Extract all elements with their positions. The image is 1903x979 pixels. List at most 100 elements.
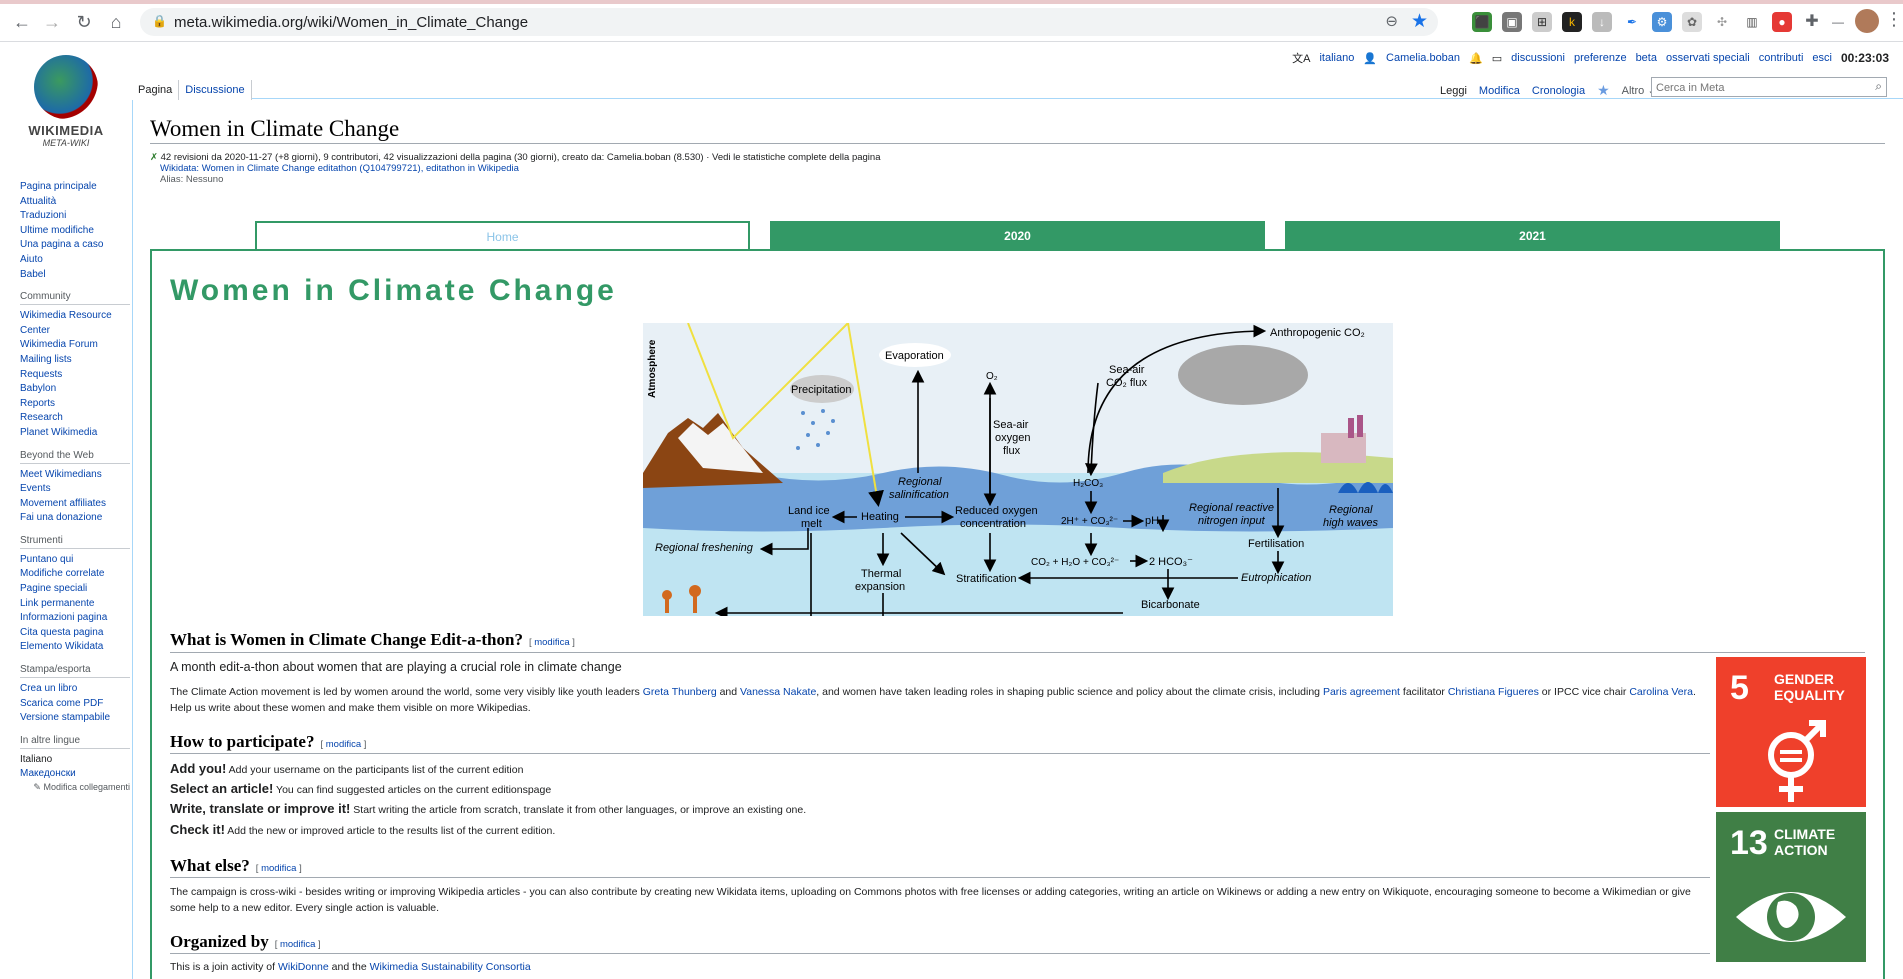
tab-talk[interactable]: Discussione (179, 80, 252, 100)
sidebar-item[interactable]: Modifiche correlate (20, 567, 130, 582)
extension-icon-9[interactable]: ✣ (1712, 12, 1732, 32)
edit-links[interactable]: ✎ Modifica collegamenti (20, 782, 130, 793)
site-logo[interactable]: WIKIMEDIA META-WIKI (18, 55, 114, 150)
edit-section-link[interactable]: [ modifica ] (256, 863, 302, 874)
extension-icon-3[interactable]: ⊞ (1532, 12, 1552, 32)
edit-section-link[interactable]: [ modifica ] (529, 637, 575, 648)
zoom-icon[interactable]: ⊖ (1385, 12, 1398, 30)
sidebar-item[interactable]: Mailing lists (20, 353, 130, 368)
link-vera[interactable]: Carolina Vera (1629, 686, 1693, 698)
link-vanessa[interactable]: Vanessa Nakate (740, 686, 816, 698)
sidebar-item[interactable]: Wikimedia Resource Center (20, 309, 130, 338)
link-wikidonne[interactable]: WikiDonne (278, 961, 329, 973)
extension-icon-2[interactable]: ▣ (1502, 12, 1522, 32)
sidebar-item[interactable]: Una pagina a caso (20, 238, 130, 253)
extension-icon-8[interactable]: ✿ (1682, 12, 1702, 32)
bookmark-star-icon[interactable]: ★ (1411, 10, 1428, 33)
bell-icon[interactable]: 🔔 (1469, 52, 1483, 65)
tab-2020[interactable]: 2020 (770, 221, 1265, 249)
tab-home[interactable]: Home (255, 221, 750, 251)
tab-2021[interactable]: 2021 (1285, 221, 1780, 249)
search-input[interactable] (1652, 79, 1852, 97)
edit-link-label[interactable]: modifica (326, 739, 361, 750)
sidebar-item[interactable]: Babel (20, 268, 130, 283)
sidebar-item[interactable]: Fai una donazione (20, 511, 130, 526)
sidebar-item[interactable]: Attualità (20, 195, 130, 210)
link-figueres[interactable]: Christiana Figueres (1448, 686, 1539, 698)
sidebar-item[interactable]: Events (20, 482, 130, 497)
sidebar-item[interactable]: Movement affiliates (20, 497, 130, 512)
sidebar-item[interactable]: Babylon (20, 382, 130, 397)
edit-section-link[interactable]: [ modifica ] (320, 739, 366, 750)
extension-icon-4[interactable]: k (1562, 12, 1582, 32)
sidebar-item[interactable]: Versione stampabile (20, 711, 130, 726)
sidebar-item[interactable]: Meet Wikimedians (20, 468, 130, 483)
link-osservati[interactable]: osservati speciali (1666, 52, 1750, 64)
tab-read[interactable]: Leggi (1434, 81, 1473, 101)
sidebar-item[interactable]: Planet Wikimedia (20, 426, 130, 441)
link-discussioni[interactable]: discussioni (1511, 52, 1565, 64)
sidebar-item[interactable]: Scarica come PDF (20, 697, 130, 712)
sidebar-item[interactable]: Cita questa pagina (20, 626, 130, 641)
utc-clock[interactable]: 00:23:03 (1841, 51, 1889, 65)
minimize-icon[interactable]: — (1828, 12, 1848, 32)
sidebar-item[interactable]: Puntano qui (20, 553, 130, 568)
more-menu-icon[interactable]: ⋮ (1885, 9, 1903, 30)
user-link[interactable]: Camelia.boban (1386, 52, 1460, 64)
barcode-icon[interactable]: ▥ (1742, 12, 1762, 32)
link-esci[interactable]: esci (1812, 52, 1832, 64)
forward-arrow-icon[interactable]: → (40, 10, 64, 34)
browser-toolbar: ← → ↻ ⌂ 🔒 meta.wikimedia.org/wiki/Women_… (0, 0, 1903, 42)
sdg-13-tile[interactable]: 13 CLIMATE ACTION (1716, 812, 1866, 962)
tab-page[interactable]: Pagina (132, 80, 180, 100)
sidebar-item[interactable]: Pagina principale (20, 180, 130, 195)
link-paris[interactable]: Paris agreement (1323, 686, 1400, 698)
sdg-5-tile[interactable]: 5 GENDER EQUALITY (1716, 657, 1866, 807)
search-icon[interactable]: ⌕ (1875, 79, 1882, 94)
home-icon[interactable]: ⌂ (104, 10, 128, 34)
reload-icon[interactable]: ↻ (72, 10, 96, 34)
watch-star-icon[interactable]: ★ (1591, 82, 1616, 99)
extension-icon-1[interactable]: ⬛ (1472, 12, 1492, 32)
language-link[interactable]: italiano (1319, 52, 1354, 64)
tab-edit[interactable]: Modifica (1473, 81, 1526, 101)
tab-history[interactable]: Cronologia (1526, 81, 1591, 101)
info-line-2[interactable]: Wikidata: Women in Climate Change editat… (150, 163, 880, 174)
sidebar-item[interactable]: Requests (20, 368, 130, 383)
sidebar-item[interactable]: Ultime modifiche (20, 224, 130, 239)
sidebar-item[interactable]: Italiano (20, 753, 130, 768)
puzzle-icon[interactable]: ✚ (1802, 12, 1822, 32)
edit-section-link[interactable]: [ modifica ] (275, 939, 321, 950)
profile-avatar[interactable] (1855, 9, 1879, 33)
sidebar-item[interactable]: Wikimedia Forum (20, 338, 130, 353)
url-text[interactable]: meta.wikimedia.org/wiki/Women_in_Climate… (174, 14, 528, 31)
step-3-bold: Write, translate or improve it! (170, 801, 351, 816)
sidebar-item[interactable]: Elemento Wikidata (20, 640, 130, 655)
edit-link-label[interactable]: modifica (534, 637, 569, 648)
sidebar-item[interactable]: Reports (20, 397, 130, 412)
step-4: Check it! Add the new or improved articl… (170, 822, 555, 837)
download-icon[interactable]: ↓ (1592, 12, 1612, 32)
sidebar-item[interactable]: Македонски (20, 767, 130, 782)
stop-icon[interactable]: ● (1772, 12, 1792, 32)
sidebar-item[interactable]: Link permanente (20, 597, 130, 612)
link-sustainability[interactable]: Wikimedia Sustainability Consortia (370, 961, 531, 973)
info-line-1[interactable]: 42 revisioni da 2020-11-27 (+8 giorni), … (161, 152, 881, 163)
sidebar-item[interactable]: Research (20, 411, 130, 426)
link-contributi[interactable]: contributi (1759, 52, 1804, 64)
back-arrow-icon[interactable]: ← (10, 10, 34, 34)
pen-icon[interactable]: ✒ (1622, 12, 1642, 32)
address-bar[interactable]: 🔒 meta.wikimedia.org/wiki/Women_in_Clima… (140, 8, 1438, 36)
sidebar-item[interactable]: Crea un libro (20, 682, 130, 697)
edit-link-label[interactable]: modifica (261, 863, 296, 874)
sidebar-item[interactable]: Pagine speciali (20, 582, 130, 597)
link-greta[interactable]: Greta Thunberg (643, 686, 717, 698)
sidebar-item[interactable]: Traduzioni (20, 209, 130, 224)
sidebar-item[interactable]: Aiuto (20, 253, 130, 268)
inbox-icon[interactable]: ▭ (1492, 52, 1502, 65)
edit-link-label[interactable]: modifica (280, 939, 315, 950)
link-beta[interactable]: beta (1636, 52, 1657, 64)
link-preferenze[interactable]: preferenze (1574, 52, 1627, 64)
sidebar-item[interactable]: Informazioni pagina (20, 611, 130, 626)
extension-icon-7[interactable]: ⚙ (1652, 12, 1672, 32)
